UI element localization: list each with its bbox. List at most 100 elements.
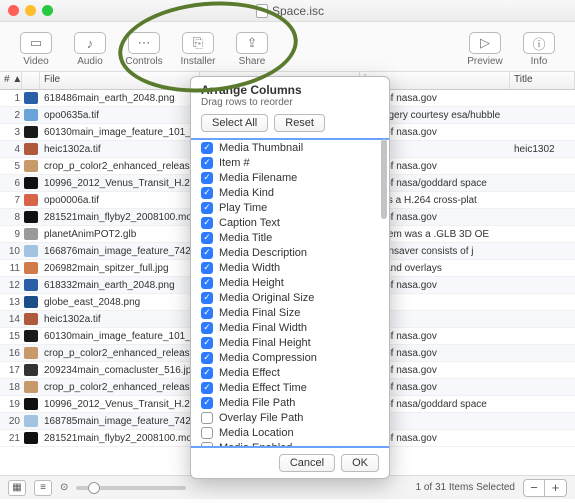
checkbox-icon[interactable] bbox=[201, 427, 213, 439]
checkbox-icon[interactable]: ✓ bbox=[201, 157, 213, 169]
checkbox-icon[interactable]: ✓ bbox=[201, 247, 213, 259]
reset-button[interactable]: Reset bbox=[274, 114, 325, 132]
row-number: 17 bbox=[0, 365, 22, 376]
row-title: heic1302 bbox=[510, 144, 575, 155]
zoom-out-icon[interactable]: ⊙ bbox=[60, 482, 68, 493]
window-title: Space.isc bbox=[53, 4, 527, 18]
row-thumb bbox=[22, 160, 40, 172]
minimize-window-button[interactable] bbox=[25, 5, 36, 16]
zoom-slider[interactable] bbox=[76, 486, 186, 490]
row-thumb bbox=[22, 109, 40, 121]
column-toggle-item[interactable]: ✓Media Description bbox=[191, 245, 389, 260]
columns-checklist[interactable]: ✓Media Thumbnail✓Item #✓Media Filename✓M… bbox=[191, 138, 389, 448]
col-title[interactable]: Title bbox=[510, 72, 575, 89]
column-toggle-item[interactable]: Media Location bbox=[191, 425, 389, 440]
checkbox-icon[interactable]: ✓ bbox=[201, 232, 213, 244]
row-thumb bbox=[22, 381, 40, 393]
row-thumb bbox=[22, 415, 40, 427]
row-filename: 281521main_flyby2_2008100.mov bbox=[40, 212, 200, 223]
row-thumb bbox=[22, 126, 40, 138]
column-toggle-item[interactable]: ✓Media Title bbox=[191, 230, 389, 245]
checkbox-icon[interactable]: ✓ bbox=[201, 202, 213, 214]
installer-tab[interactable]: ⎘Installer bbox=[174, 32, 222, 67]
row-number: 13 bbox=[0, 297, 22, 308]
checkbox-icon[interactable]: ✓ bbox=[201, 277, 213, 289]
remove-item-button[interactable]: − bbox=[523, 479, 545, 497]
col-file[interactable]: File bbox=[40, 72, 200, 89]
grid-view-button[interactable]: ▦ bbox=[8, 480, 26, 496]
list-view-button[interactable]: ≡ bbox=[34, 480, 52, 496]
row-thumb bbox=[22, 211, 40, 223]
column-toggle-item[interactable]: ✓Media Final Height bbox=[191, 335, 389, 350]
installer-icon: ⎘ bbox=[182, 32, 214, 54]
column-toggle-item[interactable]: ✓Media Final Size bbox=[191, 305, 389, 320]
selection-status: 1 of 31 Items Selected bbox=[415, 482, 515, 493]
checkbox-icon[interactable]: ✓ bbox=[201, 382, 213, 394]
checkbox-icon[interactable]: ✓ bbox=[201, 397, 213, 409]
checkbox-icon[interactable]: ✓ bbox=[201, 322, 213, 334]
checkbox-icon[interactable]: ✓ bbox=[201, 337, 213, 349]
row-filename: opo0006a.tif bbox=[40, 195, 200, 206]
checkbox-icon[interactable]: ✓ bbox=[201, 187, 213, 199]
ok-button[interactable]: OK bbox=[341, 454, 379, 472]
column-toggle-item[interactable]: ✓Item # bbox=[191, 155, 389, 170]
add-item-button[interactable]: + bbox=[545, 479, 567, 497]
column-toggle-label: Media File Path bbox=[219, 397, 295, 409]
row-number: 16 bbox=[0, 348, 22, 359]
row-number: 9 bbox=[0, 229, 22, 240]
checkbox-icon[interactable]: ✓ bbox=[201, 352, 213, 364]
row-filename: heic1302a.tif bbox=[40, 144, 200, 155]
column-toggle-item[interactable]: ✓Caption Text bbox=[191, 215, 389, 230]
document-icon bbox=[256, 4, 268, 18]
column-toggle-item[interactable]: ✓Media Width bbox=[191, 260, 389, 275]
cancel-button[interactable]: Cancel bbox=[279, 454, 335, 472]
row-number: 2 bbox=[0, 110, 22, 121]
controls-tab[interactable]: ⋯Controls bbox=[120, 32, 168, 67]
column-toggle-item[interactable]: ✓Media Effect Time bbox=[191, 380, 389, 395]
column-toggle-item[interactable]: ✓Media Filename bbox=[191, 170, 389, 185]
row-filename: crop_p_color2_enhanced_release.tif bbox=[40, 382, 200, 393]
col-thumb[interactable] bbox=[22, 72, 40, 89]
column-toggle-item[interactable]: ✓Media Compression bbox=[191, 350, 389, 365]
column-toggle-item[interactable]: ✓Media Effect bbox=[191, 365, 389, 380]
row-filename: planetAnimPOT2.glb bbox=[40, 229, 200, 240]
checkbox-icon[interactable]: ✓ bbox=[201, 217, 213, 229]
close-window-button[interactable] bbox=[8, 5, 19, 16]
checkbox-icon[interactable]: ✓ bbox=[201, 172, 213, 184]
checkbox-icon[interactable]: ✓ bbox=[201, 262, 213, 274]
popover-scrollbar[interactable] bbox=[381, 139, 387, 219]
column-toggle-item[interactable]: ✓Media Kind bbox=[191, 185, 389, 200]
column-toggle-item[interactable]: ✓Media Final Width bbox=[191, 320, 389, 335]
column-toggle-item[interactable]: ✓ Media Height bbox=[191, 275, 389, 290]
column-toggle-item[interactable]: ✓Media Original Size bbox=[191, 290, 389, 305]
row-filename: 209234main_comacluster_516.jpg bbox=[40, 365, 200, 376]
select-all-button[interactable]: Select All bbox=[201, 114, 268, 132]
preview-tab[interactable]: ▷Preview bbox=[461, 32, 509, 67]
row-filename: 206982main_spitzer_full.jpg bbox=[40, 263, 200, 274]
checkbox-icon[interactable] bbox=[201, 412, 213, 424]
video-icon: ▭ bbox=[20, 32, 52, 54]
row-number: 15 bbox=[0, 331, 22, 342]
popover-subtitle: Drag rows to reorder bbox=[191, 97, 389, 112]
column-toggle-item[interactable]: ✓ Media File Path bbox=[191, 395, 389, 410]
column-toggle-label: Play Time bbox=[219, 202, 267, 214]
zoom-window-button[interactable] bbox=[42, 5, 53, 16]
row-number: 4 bbox=[0, 144, 22, 155]
column-toggle-item[interactable]: ✓ Play Time bbox=[191, 200, 389, 215]
column-toggle-label: Media Height bbox=[219, 277, 284, 289]
checkbox-icon[interactable]: ✓ bbox=[201, 367, 213, 379]
column-toggle-item[interactable]: Media Enabled bbox=[191, 440, 389, 448]
audio-label: Audio bbox=[77, 56, 103, 67]
checkbox-icon[interactable]: ✓ bbox=[201, 307, 213, 319]
column-toggle-item[interactable]: ✓Media Thumbnail bbox=[191, 140, 389, 155]
row-number: 10 bbox=[0, 246, 22, 257]
column-toggle-item[interactable]: Overlay File Path bbox=[191, 410, 389, 425]
col-number[interactable]: # ▲ bbox=[0, 72, 22, 89]
checkbox-icon[interactable]: ✓ bbox=[201, 292, 213, 304]
row-number: 18 bbox=[0, 382, 22, 393]
info-tab[interactable]: ⓘInfo bbox=[515, 32, 563, 67]
audio-tab[interactable]: ♪Audio bbox=[66, 32, 114, 67]
share-tab[interactable]: ⇪Share bbox=[228, 32, 276, 67]
video-tab[interactable]: ▭Video bbox=[12, 32, 60, 67]
checkbox-icon[interactable]: ✓ bbox=[201, 142, 213, 154]
